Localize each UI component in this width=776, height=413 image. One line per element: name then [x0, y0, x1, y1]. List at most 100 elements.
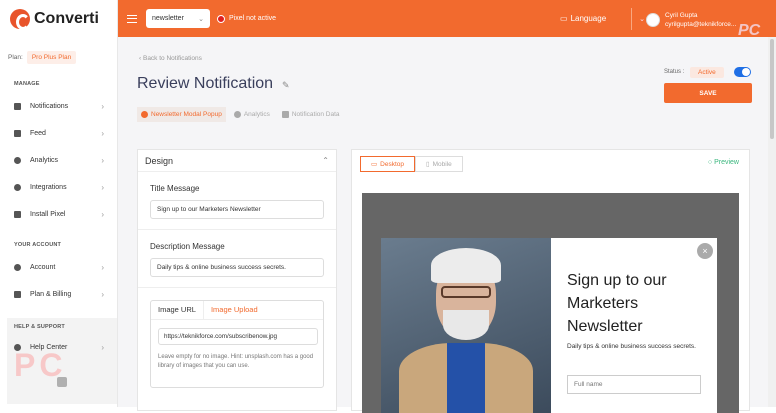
converti-logo-icon: [10, 8, 30, 30]
sidebar-item-label: Install Pixel: [30, 211, 66, 218]
preview-stage: Sign up to our Marketers Newsletter Dail…: [362, 193, 739, 413]
edit-pencil-icon[interactable]: ✎: [282, 80, 290, 91]
tab-analytics[interactable]: Analytics: [230, 107, 274, 122]
chevron-right-icon: ›: [101, 129, 104, 138]
chevron-right-icon: ›: [101, 343, 104, 352]
tab-desktop[interactable]: ▭ Desktop: [360, 156, 416, 172]
language-label: Language: [570, 14, 607, 23]
user-menu[interactable]: Cyril Gupta cyrilgupta@teknikforce...: [646, 11, 736, 29]
chevron-up-icon: ⌃: [322, 156, 329, 165]
pixel-status: Pixel not active: [217, 14, 277, 23]
preview-panel: ▭ Desktop ▯ Mobile ○ Preview Sign up to ou…: [351, 149, 750, 413]
sidebar-item-feed[interactable]: Feed ›: [0, 120, 117, 147]
bell-icon: [14, 103, 21, 110]
back-link[interactable]: ‹ Back to Notifications: [139, 55, 202, 62]
photo-hair: [431, 248, 501, 283]
status-dot-icon: [217, 14, 225, 23]
puzzle-icon: [14, 184, 21, 191]
tab-label: Mobile: [432, 160, 452, 168]
scrollbar[interactable]: [768, 37, 776, 407]
account-section-title: YOUR ACCOUNT: [14, 242, 62, 248]
manage-section-title: MANAGE: [14, 81, 40, 87]
sidebar-item-label: Integrations: [30, 184, 67, 191]
sidebar-item-label: Account: [30, 264, 56, 271]
chevron-right-icon: ›: [101, 183, 104, 192]
tab-label: Desktop: [380, 160, 405, 168]
feed-icon: [14, 130, 21, 137]
sidebar-item-label: Notifications: [30, 103, 69, 110]
tab-image-url[interactable]: Image URL: [151, 301, 204, 319]
tab-newsletter-modal-popup[interactable]: Newsletter Modal Popup: [137, 107, 226, 122]
chevron-right-icon: ›: [101, 290, 104, 299]
chevron-down-icon: ⌄: [198, 15, 204, 23]
sidebar-item-install-pixel[interactable]: Install Pixel ›: [0, 201, 117, 228]
close-icon[interactable]: ×: [697, 243, 713, 259]
divider: [138, 287, 336, 288]
sidebar-item-label: Feed: [30, 130, 46, 137]
status-badge: Active: [690, 67, 724, 78]
divider: [631, 8, 632, 30]
language-selector[interactable]: ▭ Language ⌄: [560, 14, 645, 23]
table-icon: [281, 111, 289, 118]
full-name-input[interactable]: Full name: [567, 375, 701, 394]
description-message-label: Description Message: [150, 242, 225, 251]
bell-icon: [141, 111, 148, 118]
scrollbar-thumb[interactable]: [770, 39, 774, 139]
language-icon: ▭: [560, 14, 568, 23]
plan-label: Plan:: [8, 54, 23, 61]
pie-chart-icon: [14, 157, 21, 164]
sidebar-item-account[interactable]: Account ›: [0, 254, 117, 281]
photo-beard: [443, 310, 489, 340]
top-bar: newsletter ⌄ Pixel not active ▭ Language ⌄ …: [118, 0, 776, 39]
pixel-status-text: Pixel not active: [229, 15, 277, 22]
chevron-down-icon: ⌄: [639, 15, 646, 23]
globe-icon: [233, 111, 241, 118]
image-url-input[interactable]: https://teknikforce.com/subscribenow.jpg: [158, 328, 318, 345]
main-content: ‹ Back to Notifications Review Notificat…: [118, 37, 768, 413]
notification-tabs: Newsletter Modal Popup Analytics Notific…: [137, 107, 344, 122]
avatar: [646, 13, 660, 27]
desktop-icon: ▭: [371, 161, 378, 168]
tab-label: Newsletter Modal Popup: [151, 111, 222, 118]
photo-shirt: [447, 343, 485, 413]
sidebar-item-analytics[interactable]: Analytics ›: [0, 147, 117, 174]
code-icon: [14, 211, 21, 218]
tab-notification-data[interactable]: Notification Data: [278, 107, 344, 122]
divider: [138, 229, 336, 230]
photo-glasses: [441, 286, 491, 298]
watermark-square: [57, 377, 67, 387]
preview-link[interactable]: ○ Preview: [708, 159, 739, 166]
chevron-right-icon: ›: [101, 102, 104, 111]
title-message-input[interactable]: Sign up to our Marketers Newsletter: [150, 200, 324, 219]
status-toggle[interactable]: [734, 67, 751, 77]
hamburger-menu-icon[interactable]: [127, 14, 137, 23]
chevron-right-icon: ›: [101, 210, 104, 219]
tab-label: Analytics: [243, 111, 270, 118]
tab-image-upload[interactable]: Image Upload: [204, 301, 265, 319]
logo[interactable]: Converti: [0, 0, 117, 37]
plan-badge: Pro Plus Plan: [26, 51, 77, 64]
image-hint-text: Leave empty for no image. Hint: unsplash…: [158, 354, 314, 369]
image-box: Image URL Image Upload https://teknikfor…: [150, 300, 324, 388]
billing-icon: [14, 291, 21, 298]
campaign-select[interactable]: newsletter ⌄: [146, 9, 210, 28]
eye-icon: ○: [707, 159, 713, 166]
status-label: Status :: [664, 69, 685, 75]
user-icon: [14, 264, 21, 271]
chevron-right-icon: ›: [101, 156, 104, 165]
newsletter-modal: Sign up to our Marketers Newsletter Dail…: [381, 238, 717, 413]
sidebar-item-plan-billing[interactable]: Plan & Billing ›: [0, 281, 117, 308]
save-button[interactable]: SAVE: [664, 83, 752, 103]
description-message-input[interactable]: Daily tips & online business success sec…: [150, 258, 324, 277]
device-tabs: ▭ Desktop ▯ Mobile: [360, 156, 463, 172]
design-panel-header[interactable]: Design ⌃: [138, 150, 336, 172]
modal-photo: [381, 238, 551, 413]
sidebar-item-notifications[interactable]: Notifications ›: [0, 93, 117, 120]
user-name: Cyril Gupta: [665, 12, 698, 19]
tab-mobile[interactable]: ▯ Mobile: [415, 156, 463, 172]
preview-label: Preview: [714, 159, 739, 166]
page-title: Review Notification: [137, 75, 274, 92]
sidebar-item-label: Plan & Billing: [30, 291, 72, 298]
sidebar-item-integrations[interactable]: Integrations ›: [0, 174, 117, 201]
sidebar-item-label: Analytics: [30, 157, 59, 164]
